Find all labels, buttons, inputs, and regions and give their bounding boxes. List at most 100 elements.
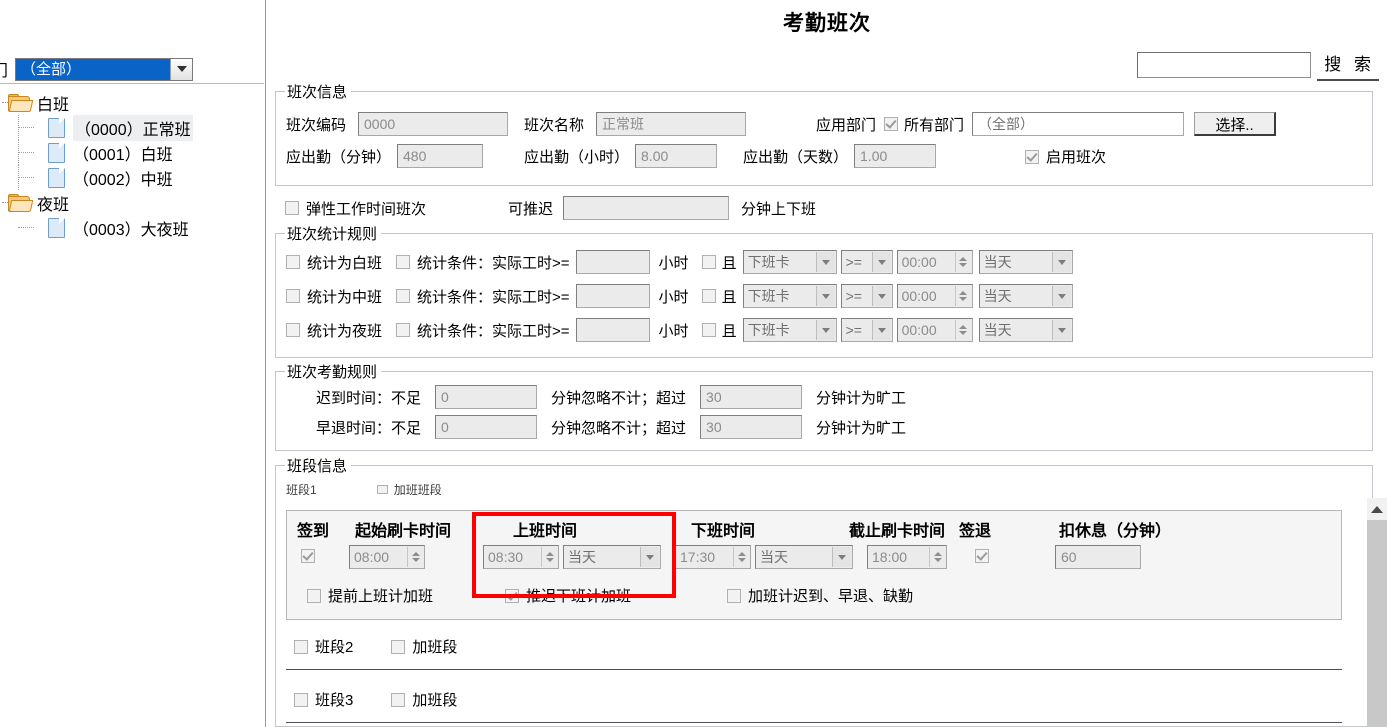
spinner-arrows-icon[interactable] <box>954 320 971 340</box>
stat-type-checkbox[interactable] <box>286 255 300 269</box>
chevron-down-icon[interactable] <box>640 547 659 567</box>
search-input[interactable] <box>1137 51 1312 78</box>
scroll-up-button[interactable] <box>1367 498 1387 520</box>
overtime-counts-label: 加班计迟到、早退、缺勤 <box>748 588 914 605</box>
stat-condition-checkbox[interactable] <box>396 289 411 303</box>
overtime-counts-checkbox[interactable] <box>727 588 741 603</box>
segment-1-work-end-spinner[interactable]: 17:30 <box>675 545 751 569</box>
stat-type-checkbox[interactable] <box>286 289 300 303</box>
tree-leaf-node[interactable]: （0003）大夜班 <box>0 215 264 240</box>
stat-time-spinner[interactable]: 00:00 <box>896 284 973 308</box>
chevron-down-icon[interactable] <box>1051 320 1071 340</box>
segment-1-start-card-spinner[interactable]: 08:00 <box>349 545 425 569</box>
stat-operator-select[interactable]: >= <box>840 250 893 274</box>
document-icon <box>48 217 65 238</box>
late-overtime-checkbox[interactable] <box>505 588 519 603</box>
spinner-arrows-icon[interactable] <box>541 547 557 567</box>
apply-dept-input[interactable]: （全部） <box>972 112 1185 136</box>
chevron-down-icon[interactable] <box>1051 286 1071 306</box>
shift-code-input[interactable]: 0000 <box>358 112 509 136</box>
shift-name-input[interactable]: 正常班 <box>596 112 747 136</box>
chevron-down-icon[interactable] <box>871 320 891 340</box>
stat-day-select[interactable]: 当天 <box>978 318 1073 342</box>
tree-leaf-node[interactable]: （0001）白班 <box>0 140 264 165</box>
chevron-down-icon[interactable] <box>815 286 835 306</box>
stat-time-spinner[interactable]: 00:00 <box>896 318 973 342</box>
spinner-arrows-icon[interactable] <box>954 252 971 272</box>
spinner-arrows-icon[interactable] <box>407 547 423 567</box>
tree-folder-node[interactable]: 夜班 <box>0 190 264 215</box>
choose-dept-button[interactable]: 选择.. <box>1194 112 1277 136</box>
chevron-down-icon[interactable] <box>815 320 835 340</box>
segment-divider <box>286 722 1342 723</box>
segment-2-overtime-label: 加班段 <box>412 639 458 656</box>
all-dept-checkbox[interactable] <box>884 117 899 131</box>
shift-tree[interactable]: 白班 （0000）正常班 （0001）白班 （0002）中班 夜班 （0003）… <box>0 83 264 727</box>
late-absent-input[interactable]: 30 <box>700 385 803 409</box>
stat-condition-checkbox[interactable] <box>396 323 411 337</box>
segment-2-overtime-checkbox[interactable] <box>391 639 406 654</box>
spinner-arrows-icon[interactable] <box>954 286 971 306</box>
segment-1-work-end-day-select[interactable]: 当天 <box>755 545 853 569</box>
segment-1-break-deduct-input[interactable]: 60 <box>1055 545 1141 569</box>
stat-and-checkbox[interactable] <box>701 323 716 337</box>
required-hours-input[interactable]: 8.00 <box>635 144 718 168</box>
enable-shift-checkbox[interactable] <box>1025 149 1039 164</box>
stat-and-label: 且 <box>721 254 737 272</box>
vertical-scrollbar[interactable] <box>1367 498 1387 727</box>
early-overtime-checkbox[interactable] <box>307 588 321 603</box>
segment-1-signin-checkbox[interactable] <box>301 549 315 563</box>
early-leave-absent-input[interactable]: 30 <box>700 415 803 439</box>
segment-1-signout-checkbox[interactable] <box>975 549 989 563</box>
stat-day-select[interactable]: 当天 <box>978 250 1073 274</box>
stat-hours-input[interactable] <box>575 250 650 274</box>
stat-hours-input[interactable] <box>575 318 650 342</box>
chevron-down-icon[interactable] <box>871 252 891 272</box>
stat-and-checkbox[interactable] <box>701 289 716 303</box>
required-minutes-input[interactable]: 480 <box>397 144 484 168</box>
segment-3-overtime-checkbox[interactable] <box>391 692 406 707</box>
chevron-down-icon[interactable] <box>871 286 891 306</box>
segment-3-checkbox[interactable] <box>294 692 308 707</box>
chevron-down-icon[interactable] <box>832 547 851 567</box>
early-leave-ignore-input[interactable]: 0 <box>435 415 538 439</box>
stat-day-select[interactable]: 当天 <box>978 284 1073 308</box>
stat-card-type-select[interactable]: 下班卡 <box>742 284 837 308</box>
chevron-down-icon[interactable] <box>170 58 193 80</box>
chevron-down-icon[interactable] <box>1051 252 1071 272</box>
stat-time-spinner[interactable]: 00:00 <box>896 250 973 274</box>
segment-1-work-start-spinner[interactable]: 08:30 <box>483 545 559 569</box>
chevron-down-icon[interactable] <box>815 252 835 272</box>
flexible-shift-checkbox[interactable] <box>285 201 299 215</box>
stat-operator-select[interactable]: >= <box>840 284 893 308</box>
spinner-arrows-icon[interactable] <box>733 547 749 567</box>
stat-card-type-value: 下班卡 <box>747 254 790 270</box>
delay-input[interactable] <box>563 196 730 220</box>
late-ignore-input[interactable]: 0 <box>435 385 538 409</box>
stat-condition-label: 统计条件：实际工时>= <box>417 288 570 306</box>
stat-and-checkbox[interactable] <box>701 255 716 269</box>
stat-condition-checkbox[interactable] <box>396 255 411 269</box>
segment-1-work-start-day-select[interactable]: 当天 <box>563 545 661 569</box>
segment-1-overtime-checkbox[interactable] <box>376 485 388 494</box>
segment-1-option-overtime-counts[interactable]: 加班计迟到、早退、缺勤 <box>727 585 913 606</box>
tree-leaf-node[interactable]: （0002）中班 <box>0 165 264 190</box>
stat-card-type-select[interactable]: 下班卡 <box>742 318 837 342</box>
stat-operator-select[interactable]: >= <box>840 318 893 342</box>
required-minutes-label: 应出勤（分钟） <box>286 148 392 166</box>
early-leave-mid-label: 分钟忽略不计；超过 <box>551 419 687 437</box>
required-days-input[interactable]: 1.00 <box>854 144 937 168</box>
tree-leaf-node[interactable]: （0000）正常班 <box>0 114 264 141</box>
department-filter-select[interactable]: （全部） <box>15 57 194 81</box>
search-button[interactable]: 搜 索 <box>1317 48 1379 81</box>
spinner-arrows-icon[interactable] <box>929 547 945 567</box>
segment-1-end-card-spinner[interactable]: 18:00 <box>867 545 947 569</box>
tree-folder-node[interactable]: 白班 <box>0 90 264 115</box>
segment-1-option-late-overtime[interactable]: 推迟下班计加班 <box>505 585 631 606</box>
stat-type-checkbox[interactable] <box>286 323 300 337</box>
segment-2-checkbox[interactable] <box>294 639 308 654</box>
stat-hours-input[interactable] <box>575 284 650 308</box>
segment-1-option-early-overtime[interactable]: 提前上班计加班 <box>307 585 433 606</box>
enable-shift-field: 启用班次 <box>1025 146 1106 167</box>
stat-card-type-select[interactable]: 下班卡 <box>742 250 837 274</box>
